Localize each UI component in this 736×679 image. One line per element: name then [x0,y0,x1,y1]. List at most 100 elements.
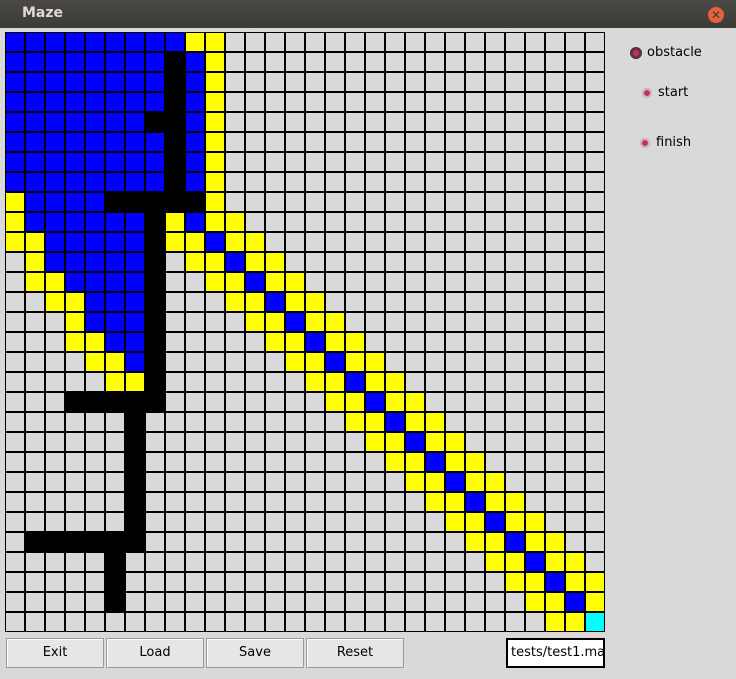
grid-cell-empty[interactable] [185,352,205,372]
grid-cell-path[interactable] [325,352,345,372]
grid-cell-empty[interactable] [585,392,605,412]
grid-cell-empty[interactable] [365,192,385,212]
grid-cell-empty[interactable] [505,412,525,432]
grid-cell-empty[interactable] [485,172,505,192]
grid-cell-path[interactable] [65,32,85,52]
grid-cell-path[interactable] [205,232,225,252]
grid-cell-empty[interactable] [245,32,265,52]
grid-cell-empty[interactable] [465,292,485,312]
grid-cell-path[interactable] [125,212,145,232]
grid-cell-path[interactable] [485,512,505,532]
grid-cell-empty[interactable] [165,472,185,492]
grid-cell-empty[interactable] [465,152,485,172]
grid-cell-empty[interactable] [465,432,485,452]
grid-cell-empty[interactable] [525,272,545,292]
grid-cell-visited[interactable] [505,572,525,592]
grid-cell-empty[interactable] [265,232,285,252]
grid-cell-path[interactable] [45,52,65,72]
grid-cell-empty[interactable] [365,612,385,632]
grid-cell-empty[interactable] [585,32,605,52]
grid-cell-visited[interactable] [5,232,25,252]
grid-cell-empty[interactable] [545,292,565,312]
grid-cell-empty[interactable] [305,592,325,612]
grid-cell-visited[interactable] [45,292,65,312]
grid-cell-empty[interactable] [365,592,385,612]
grid-cell-empty[interactable] [65,472,85,492]
grid-cell-visited[interactable] [365,372,385,392]
grid-cell-empty[interactable] [445,552,465,572]
grid-cell-path[interactable] [145,132,165,152]
grid-cell-empty[interactable] [5,452,25,472]
grid-cell-empty[interactable] [425,332,445,352]
grid-cell-visited[interactable] [365,352,385,372]
grid-cell-empty[interactable] [485,252,505,272]
grid-cell-empty[interactable] [285,552,305,572]
grid-cell-visited[interactable] [525,512,545,532]
grid-cell-path[interactable] [345,372,365,392]
grid-cell-empty[interactable] [525,452,545,472]
grid-cell-empty[interactable] [405,52,425,72]
grid-cell-empty[interactable] [325,492,345,512]
grid-cell-path[interactable] [5,92,25,112]
grid-cell-empty[interactable] [285,112,305,132]
grid-cell-empty[interactable] [385,472,405,492]
grid-cell-empty[interactable] [425,152,445,172]
grid-cell-empty[interactable] [285,72,305,92]
grid-cell-visited[interactable] [285,332,305,352]
grid-cell-empty[interactable] [485,592,505,612]
grid-cell-visited[interactable] [445,492,465,512]
grid-cell-empty[interactable] [525,332,545,352]
grid-cell-empty[interactable] [325,52,345,72]
grid-cell-empty[interactable] [445,112,465,132]
grid-cell-empty[interactable] [5,532,25,552]
radio-indicator-icon[interactable] [631,48,641,58]
grid-cell-empty[interactable] [505,72,525,92]
grid-cell-empty[interactable] [85,372,105,392]
grid-cell-empty[interactable] [525,412,545,432]
grid-cell-path[interactable] [5,152,25,172]
grid-cell-empty[interactable] [245,392,265,412]
grid-cell-empty[interactable] [545,452,565,472]
grid-cell-empty[interactable] [85,472,105,492]
grid-cell-empty[interactable] [465,52,485,72]
grid-cell-empty[interactable] [465,372,485,392]
grid-cell-empty[interactable] [325,72,345,92]
grid-cell-empty[interactable] [505,192,525,212]
grid-cell-empty[interactable] [525,252,545,272]
grid-cell-empty[interactable] [185,392,205,412]
grid-cell-empty[interactable] [345,132,365,152]
grid-cell-path[interactable] [125,52,145,72]
grid-cell-path[interactable] [245,272,265,292]
grid-cell-path[interactable] [85,52,105,72]
grid-cell-empty[interactable] [545,32,565,52]
grid-cell-empty[interactable] [525,112,545,132]
grid-cell-empty[interactable] [485,372,505,392]
grid-cell-empty[interactable] [465,592,485,612]
grid-cell-empty[interactable] [385,552,405,572]
grid-cell-empty[interactable] [325,612,345,632]
grid-cell-empty[interactable] [525,352,545,372]
grid-cell-empty[interactable] [465,612,485,632]
grid-cell-path[interactable] [65,112,85,132]
grid-cell-empty[interactable] [145,532,165,552]
grid-cell-empty[interactable] [445,312,465,332]
grid-cell-empty[interactable] [425,532,445,552]
grid-cell-empty[interactable] [145,412,165,432]
radio-start[interactable]: start [642,85,732,103]
grid-cell-empty[interactable] [285,252,305,272]
grid-cell-empty[interactable] [205,492,225,512]
grid-cell-empty[interactable] [85,592,105,612]
grid-cell-obstacle[interactable] [125,412,145,432]
grid-cell-empty[interactable] [565,452,585,472]
grid-cell-path[interactable] [85,192,105,212]
grid-cell-obstacle[interactable] [145,372,165,392]
grid-cell-empty[interactable] [305,612,325,632]
grid-cell-empty[interactable] [425,392,445,412]
grid-cell-empty[interactable] [385,532,405,552]
grid-cell-visited[interactable] [85,332,105,352]
grid-cell-visited[interactable] [245,252,265,272]
grid-cell-empty[interactable] [565,32,585,52]
grid-cell-empty[interactable] [185,572,205,592]
grid-cell-empty[interactable] [425,292,445,312]
grid-cell-visited[interactable] [365,432,385,452]
